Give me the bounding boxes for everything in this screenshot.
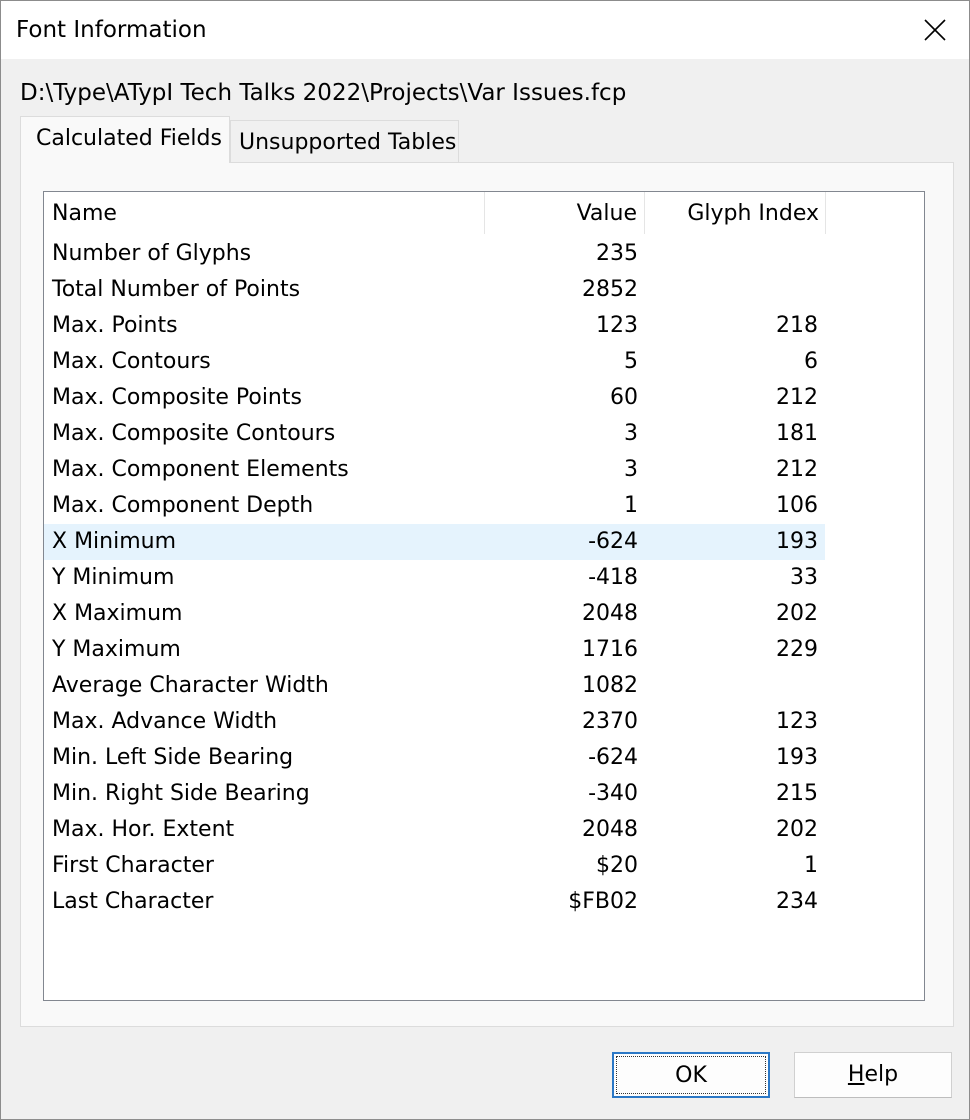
help-button-label: elp: [864, 1062, 899, 1087]
column-header-value[interactable]: Value: [485, 192, 645, 234]
table-row[interactable]: X Minimum -624 193: [44, 524, 825, 560]
table-row[interactable]: Min. Left Side Bearing -624 193: [44, 740, 825, 776]
row-value-cell: $20: [596, 853, 638, 878]
row-glyph-index-cell: [645, 236, 826, 272]
row-name-cell: Y Maximum: [52, 637, 181, 662]
table-row[interactable]: Max. Hor. Extent 2048 202: [44, 812, 825, 848]
row-value-cell: -624: [588, 745, 638, 770]
row-value-cell: 3: [624, 421, 638, 446]
row-value-cell: 1: [624, 493, 638, 518]
ok-button[interactable]: OK: [612, 1052, 770, 1098]
calculated-fields-list[interactable]: Name Value Glyph Index Number of Glyphs 2…: [43, 191, 925, 1001]
window-title: Font Information: [16, 17, 207, 43]
row-value-cell: 3: [624, 457, 638, 482]
table-row[interactable]: Max. Component Depth 1 106: [44, 488, 825, 524]
row-name-cell: Number of Glyphs: [52, 241, 252, 266]
table-row[interactable]: Max. Composite Points 60 212: [44, 380, 825, 416]
row-glyph-index-cell: 6: [804, 349, 818, 374]
row-name-cell: Max. Contours: [52, 349, 211, 374]
row-glyph-index-cell: 212: [776, 385, 818, 410]
row-glyph-index-cell: 215: [776, 781, 818, 806]
row-glyph-index-cell: 234: [776, 889, 818, 914]
table-row[interactable]: Last Character $FB02 234: [44, 884, 825, 920]
row-glyph-index-cell: 212: [776, 457, 818, 482]
row-name-cell: Total Number of Points: [52, 277, 301, 302]
title-bar: Font Information: [1, 1, 969, 59]
row-name-cell: Min. Right Side Bearing: [52, 781, 310, 806]
table-row[interactable]: Y Maximum 1716 229: [44, 632, 825, 668]
row-value-cell: 2370: [582, 709, 638, 734]
row-name-cell: Y Minimum: [52, 565, 175, 590]
row-value-cell: -340: [588, 781, 638, 806]
row-value-cell: 5: [624, 349, 638, 374]
row-glyph-index-cell: 33: [790, 565, 818, 590]
list-rows: Number of Glyphs 235 Total Number of Point…: [44, 236, 924, 920]
file-path-label: D:\Type\ATypI Tech Talks 2022\Projects\V…: [20, 80, 627, 106]
row-glyph-index-cell: 193: [776, 529, 818, 554]
row-name-cell: X Minimum: [52, 529, 177, 554]
row-value-cell: 1082: [582, 673, 638, 698]
table-row[interactable]: Max. Points 123 218: [44, 308, 825, 344]
row-glyph-index-cell: [645, 668, 826, 704]
row-value-cell: -624: [588, 529, 638, 554]
tab-calculated-fields[interactable]: Calculated Fields: [20, 116, 230, 163]
table-row[interactable]: X Maximum 2048 202: [44, 596, 825, 632]
row-name-cell: First Character: [52, 853, 214, 878]
table-row[interactable]: Total Number of Points 2852: [44, 272, 825, 308]
list-header: Name Value Glyph Index: [44, 192, 924, 234]
table-row[interactable]: Max. Composite Contours 3 181: [44, 416, 825, 452]
row-name-cell: Average Character Width: [52, 673, 329, 698]
row-name-cell: Min. Left Side Bearing: [52, 745, 294, 770]
row-name-cell: Last Character: [52, 889, 214, 914]
row-glyph-index-cell: 202: [776, 817, 818, 842]
row-glyph-index-cell: 193: [776, 745, 818, 770]
help-button[interactable]: Help: [794, 1052, 952, 1098]
row-name-cell: Max. Component Elements: [52, 457, 349, 482]
font-information-dialog: Font Information D:\Type\ATypI Tech Talk…: [0, 0, 970, 1120]
row-value-cell: 1716: [582, 637, 638, 662]
row-value-cell: 123: [596, 313, 638, 338]
table-row[interactable]: Max. Advance Width 2370 123: [44, 704, 825, 740]
table-row[interactable]: Max. Contours 5 6: [44, 344, 825, 380]
row-glyph-index-cell: [645, 272, 826, 308]
focus-ring: [616, 1056, 766, 1094]
row-glyph-index-cell: 106: [776, 493, 818, 518]
row-name-cell: Max. Composite Contours: [52, 421, 336, 446]
row-value-cell: 2048: [582, 601, 638, 626]
row-glyph-index-cell: 229: [776, 637, 818, 662]
row-glyph-index-cell: 202: [776, 601, 818, 626]
row-glyph-index-cell: 1: [804, 853, 818, 878]
help-mnemonic: H: [847, 1062, 865, 1087]
row-name-cell: Max. Points: [52, 313, 178, 338]
row-name-cell: Max. Component Depth: [52, 493, 314, 518]
row-glyph-index-cell: 181: [776, 421, 818, 446]
table-row[interactable]: Number of Glyphs 235: [44, 236, 825, 272]
tab-unsupported-tables[interactable]: Unsupported Tables: [230, 120, 459, 162]
table-row[interactable]: Average Character Width 1082: [44, 668, 825, 704]
row-value-cell: 2852: [582, 277, 638, 302]
row-value-cell: 2048: [582, 817, 638, 842]
column-header-glyph-index[interactable]: Glyph Index: [645, 192, 826, 234]
row-glyph-index-cell: 218: [776, 313, 818, 338]
table-row[interactable]: Min. Right Side Bearing -340 215: [44, 776, 825, 812]
close-icon: [924, 19, 946, 41]
row-glyph-index-cell: 123: [776, 709, 818, 734]
table-row[interactable]: Max. Component Elements 3 212: [44, 452, 825, 488]
row-value-cell: 60: [610, 385, 638, 410]
close-button[interactable]: [901, 1, 969, 59]
row-name-cell: Max. Hor. Extent: [52, 817, 235, 842]
row-value-cell: $FB02: [568, 889, 638, 914]
row-value-cell: -418: [588, 565, 638, 590]
table-row[interactable]: First Character $20 1: [44, 848, 825, 884]
row-name-cell: Max. Advance Width: [52, 709, 278, 734]
column-header-name[interactable]: Name: [44, 192, 485, 234]
row-name-cell: Max. Composite Points: [52, 385, 302, 410]
row-value-cell: 235: [596, 241, 638, 266]
row-name-cell: X Maximum: [52, 601, 183, 626]
table-row[interactable]: Y Minimum -418 33: [44, 560, 825, 596]
